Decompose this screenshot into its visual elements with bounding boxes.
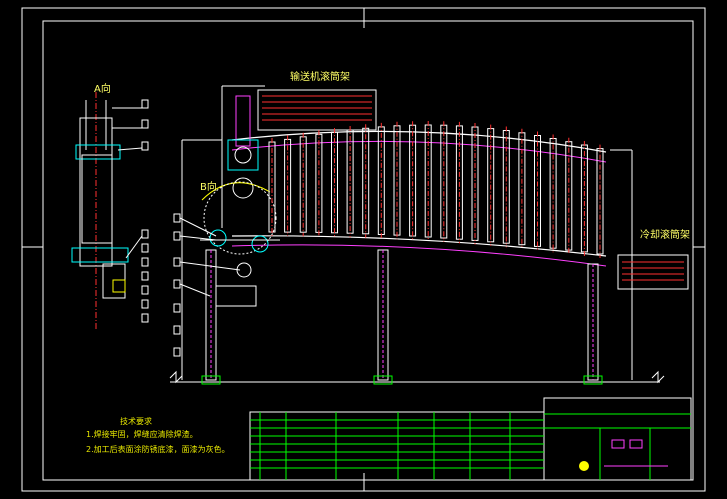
label-upper-conveyor: 输送机滚筒架 bbox=[290, 70, 350, 83]
main-elevation: 输送机滚筒架 冷却滚筒架 B向 bbox=[169, 70, 690, 385]
view-label-a: A向 bbox=[94, 82, 111, 95]
technical-notes: 技术要求 1.焊接牢固，焊缝应清除焊渣。 2.加工后表面涂防锈底漆，面漆为灰色。 bbox=[86, 416, 230, 454]
side-view-a: A向 bbox=[71, 82, 149, 330]
notes-title: 技术要求 bbox=[120, 416, 152, 426]
label-lower-conveyor: 冷却滚筒架 bbox=[640, 228, 690, 241]
view-label-b: B向 bbox=[200, 180, 217, 193]
cad-drawing: A向 输送机滚筒架 冷却滚筒架 B向 技术要求 1.焊接牢固，焊缝应清除焊渣。 … bbox=[21, 7, 706, 492]
note-2: 2.加工后表面涂防锈底漆，面漆为灰色。 bbox=[86, 444, 230, 454]
title-block bbox=[249, 397, 692, 481]
note-1: 1.焊接牢固，焊缝应清除焊渣。 bbox=[86, 429, 198, 439]
